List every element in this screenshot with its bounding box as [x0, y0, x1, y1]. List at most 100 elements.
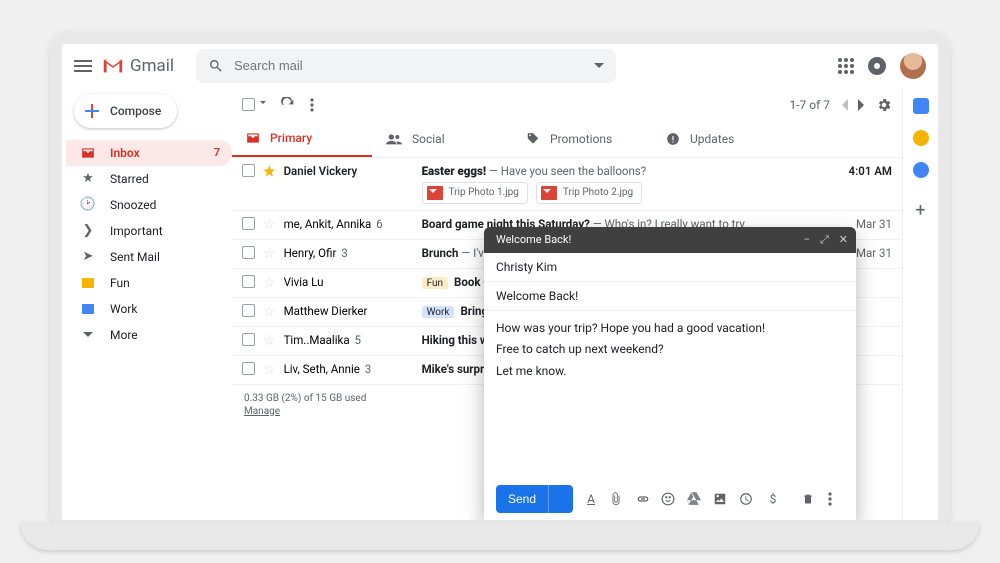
tasks-addon-icon[interactable] — [913, 162, 929, 178]
money-icon[interactable]: $ — [765, 492, 781, 506]
keep-addon-icon[interactable] — [913, 130, 929, 146]
star-icon[interactable]: ☆ — [263, 333, 276, 349]
compose-toolbar: Send A $ — [484, 478, 856, 520]
email-sender: Tim..Maalika 5 — [284, 333, 414, 347]
gmail-logo[interactable]: Gmail — [102, 56, 174, 76]
app-name: Gmail — [130, 56, 174, 76]
compose-window: Welcome Back! − ⤢ ✕ Christy Kim Welcome … — [484, 227, 856, 520]
account-avatar[interactable] — [900, 53, 926, 79]
sidebar: Compose Inbox7★Starred🕑Snoozed❯Important… — [62, 88, 232, 520]
prev-page-icon[interactable] — [840, 99, 848, 111]
search-input[interactable] — [234, 58, 584, 73]
compose-subject-field[interactable]: Welcome Back! — [484, 282, 856, 311]
send-button[interactable]: Send — [496, 485, 573, 513]
compose-body[interactable]: How was your trip? Hope you had a good v… — [484, 311, 856, 478]
google-apps-icon[interactable] — [838, 58, 854, 74]
search-bar[interactable] — [196, 49, 616, 83]
row-checkbox[interactable] — [242, 164, 255, 177]
email-sender: Henry, Ofir 3 — [284, 246, 414, 260]
compose-header[interactable]: Welcome Back! − ⤢ ✕ — [484, 227, 856, 253]
send-options-caret[interactable] — [548, 485, 573, 513]
sidebar-item-important[interactable]: ❯Important — [66, 218, 232, 244]
image-file-icon — [427, 186, 443, 200]
compose-to-field[interactable]: Christy Kim — [484, 253, 856, 282]
attachment-chip[interactable]: Trip Photo 1.jpg — [422, 182, 528, 204]
refresh-icon[interactable] — [280, 97, 296, 113]
sidebar-item-work[interactable]: Work — [66, 296, 232, 322]
plus-icon — [84, 103, 100, 119]
settings-gear-icon[interactable] — [876, 97, 892, 113]
tab-social[interactable]: Social — [372, 122, 512, 157]
tab-primary[interactable]: Primary — [232, 122, 372, 157]
sent-icon: ➤ — [80, 249, 96, 264]
sidebar-item-sent-mail[interactable]: ➤Sent Mail — [66, 244, 232, 270]
page-info: 1-7 of 7 — [789, 98, 830, 112]
row-checkbox[interactable] — [242, 304, 255, 317]
more-icon[interactable] — [310, 98, 314, 112]
row-checkbox[interactable] — [242, 362, 255, 375]
next-page-icon[interactable] — [858, 99, 866, 111]
attach-icon[interactable] — [609, 491, 625, 507]
tab-promotions[interactable]: Promotions — [512, 122, 652, 157]
compose-label: Compose — [110, 104, 161, 118]
format-icon[interactable]: A — [583, 492, 599, 506]
category-tabs: PrimarySocialPromotionsUpdates — [232, 122, 902, 158]
search-options-icon[interactable] — [594, 63, 604, 69]
sidebar-item-more[interactable]: More — [66, 322, 232, 348]
primary-tab-icon — [246, 132, 260, 144]
email-sender: Liv, Seth, Annie 3 — [284, 362, 414, 376]
close-icon[interactable]: ✕ — [839, 233, 848, 247]
header: Gmail — [62, 44, 938, 88]
clock-icon: 🕑 — [80, 197, 96, 212]
photo-icon[interactable] — [713, 492, 729, 506]
email-row[interactable]: ★Daniel VickeryEaster eggs! — Have you s… — [232, 158, 902, 211]
star-icon[interactable]: ☆ — [263, 217, 276, 233]
category-label: Work — [422, 306, 455, 318]
link-icon[interactable] — [635, 494, 651, 504]
sidebar-item-inbox[interactable]: Inbox7 — [66, 140, 232, 166]
star-icon[interactable]: ☆ — [263, 246, 276, 262]
social-tab-icon — [386, 133, 402, 145]
email-sender: Matthew Dierker — [284, 304, 414, 318]
minimize-icon[interactable]: − — [804, 233, 810, 247]
promotions-tab-icon — [526, 132, 540, 146]
row-checkbox[interactable] — [242, 275, 255, 288]
gmail-m-icon — [102, 57, 124, 75]
compose-button[interactable]: Compose — [74, 94, 177, 128]
star-icon[interactable]: ★ — [263, 164, 276, 180]
drive-icon[interactable] — [687, 492, 703, 505]
side-panel: + — [902, 88, 938, 520]
calendar-addon-icon[interactable] — [913, 98, 929, 114]
row-checkbox[interactable] — [242, 333, 255, 346]
row-checkbox[interactable] — [242, 246, 255, 259]
star-icon[interactable]: ☆ — [263, 275, 276, 291]
sidebar-item-starred[interactable]: ★Starred — [66, 166, 232, 192]
fun-icon — [80, 278, 96, 288]
star-icon[interactable]: ☆ — [263, 304, 276, 320]
compose-more-icon[interactable] — [828, 492, 844, 506]
category-label: Fun — [422, 277, 448, 289]
discard-icon[interactable] — [802, 492, 818, 506]
sidebar-item-fun[interactable]: Fun — [66, 270, 232, 296]
search-icon — [208, 58, 224, 74]
select-all-checkbox[interactable] — [242, 98, 255, 111]
star-icon[interactable]: ☆ — [263, 362, 276, 378]
compose-title: Welcome Back! — [496, 233, 571, 246]
get-addons-icon[interactable]: + — [915, 200, 925, 221]
sidebar-item-snoozed[interactable]: 🕑Snoozed — [66, 192, 232, 218]
attachment-chip[interactable]: Trip Photo 2.jpg — [536, 182, 642, 204]
row-checkbox[interactable] — [242, 217, 255, 230]
screen: Gmail Compose Inbox7★Starred🕑Snoozed❯Imp… — [62, 44, 938, 520]
notifications-icon[interactable] — [868, 57, 886, 75]
main-menu-icon[interactable] — [74, 60, 92, 72]
important-icon: ❯ — [80, 223, 96, 238]
email-sender: Daniel Vickery — [284, 164, 414, 178]
lock-timer-icon[interactable] — [739, 492, 755, 506]
tab-updates[interactable]: Updates — [652, 122, 792, 157]
list-toolbar: 1-7 of 7 — [232, 88, 902, 122]
updates-tab-icon — [666, 132, 680, 146]
emoji-icon[interactable] — [661, 492, 677, 506]
fullscreen-icon[interactable]: ⤢ — [820, 233, 829, 247]
select-menu-caret[interactable] — [257, 98, 266, 112]
email-date: 4:01 AM — [846, 164, 892, 178]
